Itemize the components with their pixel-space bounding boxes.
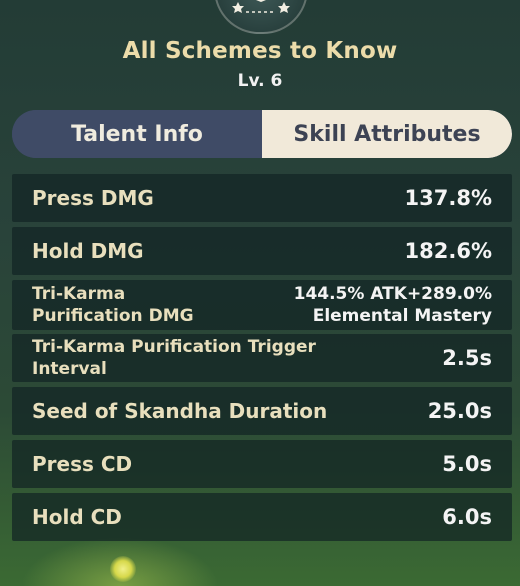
attribute-value-line: Elemental Mastery [312, 306, 492, 326]
attribute-value: 2.5s [442, 346, 492, 370]
attribute-value: 137.8% [404, 186, 492, 210]
attribute-value: 144.5% ATK+289.0% Elemental Mastery [294, 283, 492, 327]
attribute-row-seed-duration: Seed of Skandha Duration 25.0s [12, 387, 512, 435]
attribute-value-line: 144.5% ATK+289.0% [293, 284, 492, 304]
attribute-value: 6.0s [442, 505, 492, 529]
attribute-label: Press CD [32, 452, 133, 476]
tab-talent-info[interactable]: Talent Info [12, 110, 262, 158]
attribute-value: 25.0s [427, 399, 492, 423]
attribute-label: Seed of Skandha Duration [32, 399, 328, 423]
talent-level: Lv. 6 [237, 71, 283, 91]
attribute-row-press-cd: Press CD 5.0s [12, 440, 512, 488]
talent-emblem-icon [214, 0, 308, 34]
attribute-row-trigger-interval: Tri-Karma Purification Trigger Interval … [12, 334, 512, 382]
attribute-row-tri-karma-dmg: Tri-Karma Purification DMG 144.5% ATK+28… [12, 280, 512, 330]
attribute-label-line: Tri-Karma [32, 284, 126, 304]
attribute-label: Tri-Karma Purification DMG [32, 283, 194, 327]
tab-bar: Talent Info Skill Attributes [12, 110, 512, 158]
attribute-label: Tri-Karma Purification Trigger Interval [32, 336, 316, 380]
attribute-label: Hold CD [32, 505, 122, 529]
talent-title: All Schemes to Know [122, 38, 398, 64]
attribute-label-line: Tri-Karma Purification Trigger [32, 337, 316, 357]
attribute-label: Hold DMG [32, 239, 144, 263]
attribute-label-line: Purification DMG [32, 306, 194, 326]
tab-skill-attributes[interactable]: Skill Attributes [262, 110, 512, 158]
attribute-value: 5.0s [442, 452, 492, 476]
attribute-row-press-dmg: Press DMG 137.8% [12, 174, 512, 222]
attribute-label: Press DMG [32, 186, 154, 210]
attribute-label-line: Interval [32, 359, 107, 379]
attribute-row-hold-cd: Hold CD 6.0s [12, 493, 512, 541]
light-orb-decoration [110, 556, 136, 582]
attribute-row-hold-dmg: Hold DMG 182.6% [12, 227, 512, 275]
attribute-value: 182.6% [404, 239, 492, 263]
